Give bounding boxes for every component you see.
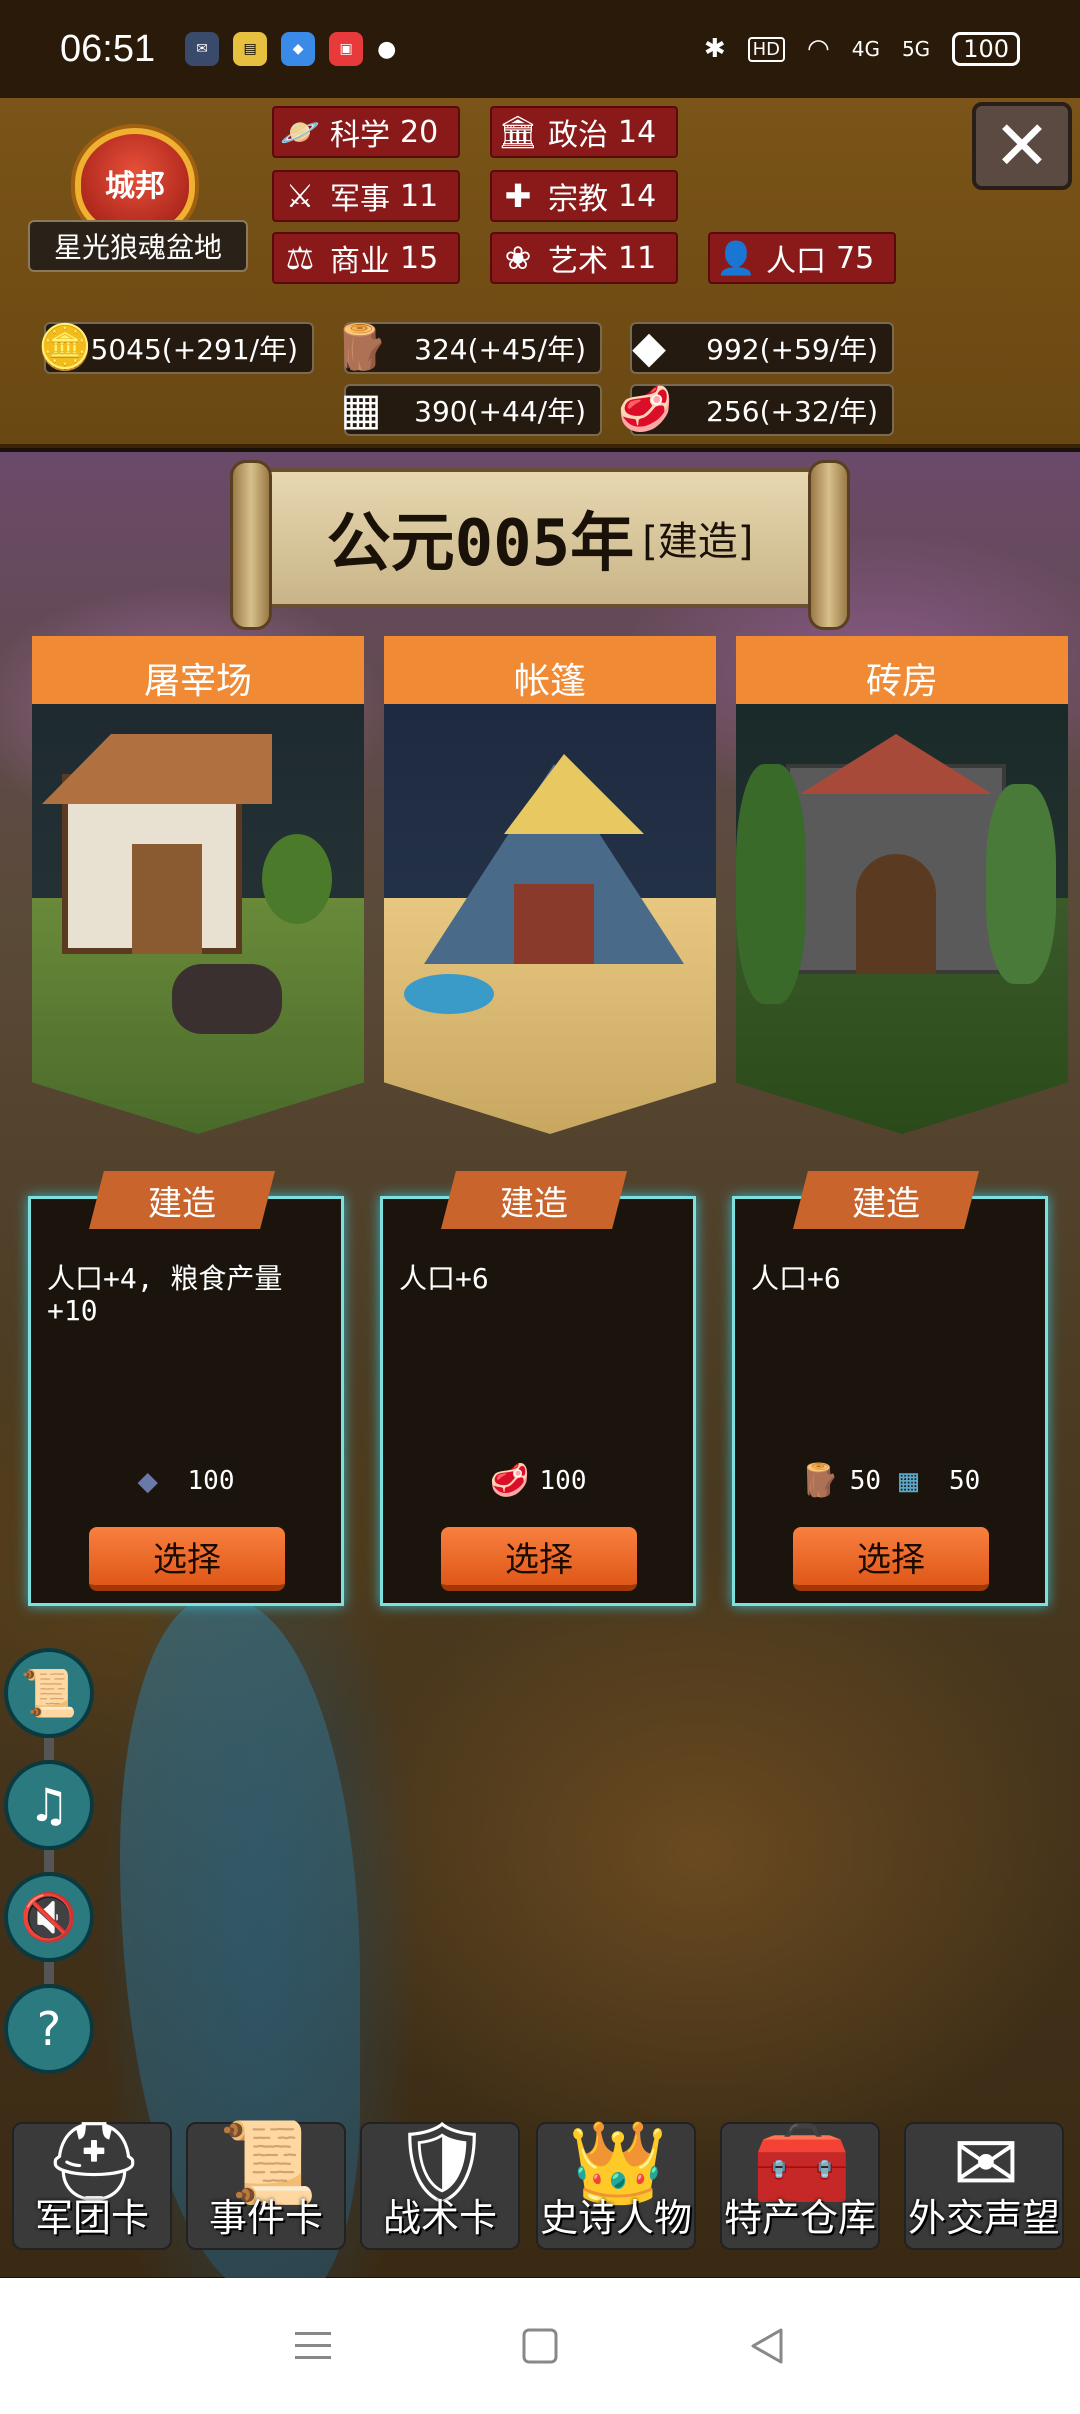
- signal-5g-icon: 5G: [901, 37, 931, 61]
- meat-icon: 🥩: [617, 384, 673, 435]
- notification-icons: ✉ ▤ ◆ ▣ ●: [185, 32, 396, 66]
- phase-label: [建造]: [642, 519, 754, 565]
- help-icon: ?: [36, 2002, 62, 2056]
- back-icon: [751, 2328, 783, 2364]
- tab-tactic-cards[interactable]: 🛡 战术卡: [360, 2116, 520, 2250]
- stat-religion[interactable]: ✚ 宗教 14: [490, 170, 678, 222]
- planet-icon: 🪐: [280, 113, 320, 151]
- slaughterhouse-image: [32, 704, 364, 1134]
- build-tag: 建造: [441, 1171, 627, 1229]
- menu-nav-button[interactable]: [288, 2324, 338, 2368]
- cost-amount: 100: [539, 1466, 587, 1496]
- menu-icon: [295, 2332, 332, 2359]
- ore-icon: ◆: [632, 321, 666, 373]
- wood-logs-icon: 🪵: [799, 1461, 840, 1499]
- tab-event-cards[interactable]: 📜 事件卡: [186, 2116, 346, 2250]
- cross-icon: ✚: [504, 177, 532, 215]
- cost-row: 🥩 100: [383, 1461, 693, 1501]
- system-icons: ✱ HD ◠ 4G 5G 100: [704, 32, 1020, 66]
- chain-decoration: [44, 1962, 54, 1984]
- battery-icon: 100: [952, 32, 1020, 66]
- capitol-icon: 🏛: [497, 113, 539, 151]
- status-bar: 06:51 ✉ ▤ ◆ ▣ ● ✱ HD ◠ 4G 5G 100: [0, 0, 1080, 98]
- signal-4g-icon: 4G: [851, 37, 880, 61]
- home-nav-button[interactable]: [515, 2324, 565, 2368]
- cost-amount: 50: [949, 1466, 981, 1496]
- cost-item: 🪵 50: [800, 1461, 881, 1501]
- cost-amount: 50: [849, 1466, 881, 1496]
- year-banner: 公元005年 [建造]: [230, 460, 850, 630]
- city-name: 星光狼魂盆地: [28, 220, 248, 272]
- card-effect: 人口+6: [751, 1262, 841, 1295]
- tech-device-icon: ▦: [340, 383, 382, 435]
- bottom-tab-bar: ⛑ 军团卡 📜 事件卡 🛡 战术卡 👑 史诗人物 🧰 特产仓库 ✉ 外交声望: [0, 2100, 1080, 2280]
- wood-logs-icon: 🪵: [333, 322, 389, 373]
- scale-icon: ⚖: [285, 239, 315, 277]
- select-button[interactable]: 选择: [793, 1527, 989, 1591]
- cost-item: 🥩 100: [490, 1461, 587, 1501]
- tent-image: [384, 704, 716, 1134]
- cost-item: ▦ 50: [899, 1461, 980, 1501]
- bluetooth-icon: ✱: [703, 34, 726, 64]
- lotus-icon: ❀: [504, 239, 532, 277]
- building-card-slaughterhouse[interactable]: 屠宰场 建造 人口+4, 粮食产量+10 ◆ 100 选择: [28, 636, 364, 1606]
- cloud-app-icon: ◆: [281, 32, 316, 66]
- cost-row: ◆ 100: [31, 1461, 341, 1501]
- stat-art[interactable]: ❀ 艺术 11: [490, 232, 678, 284]
- help-button[interactable]: ?: [4, 1984, 94, 2074]
- tab-epic-characters[interactable]: 👑 史诗人物: [536, 2116, 696, 2250]
- cost-row: 🪵 50 ▦ 50: [735, 1461, 1045, 1501]
- card-effect: 人口+4, 粮食产量+10: [47, 1262, 283, 1327]
- stat-commerce[interactable]: ⚖ 商业 15: [272, 232, 460, 284]
- tab-specialty-warehouse[interactable]: 🧰 特产仓库: [720, 2116, 880, 2250]
- build-tag: 建造: [89, 1171, 275, 1229]
- building-card-brick-house[interactable]: 砖房 建造 人口+6 🪵 50 ▦ 50 选择: [732, 636, 1068, 1606]
- cost-amount: 100: [187, 1466, 235, 1496]
- system-navigation-bar: [0, 2278, 1080, 2414]
- brick-house-image: [736, 704, 1068, 1134]
- select-button[interactable]: 选择: [89, 1527, 285, 1591]
- card-info-panel: 建造 人口+6 🪵 50 ▦ 50 选择: [732, 1171, 1048, 1606]
- tab-legion-cards[interactable]: ⛑ 军团卡: [12, 2116, 172, 2250]
- card-info-panel: 建造 人口+6 🥩 100 选择: [380, 1171, 696, 1606]
- status-time: 06:51: [60, 27, 156, 70]
- cost-item: ◆ 100: [138, 1461, 235, 1501]
- stat-military[interactable]: ⚔ 军事 11: [272, 170, 460, 222]
- close-button[interactable]: ✕: [972, 102, 1072, 190]
- message-app-icon: ✉: [185, 32, 220, 66]
- stat-population[interactable]: 👤 人口 75: [708, 232, 896, 284]
- home-icon: [522, 2328, 558, 2364]
- hd-icon: HD: [747, 36, 786, 62]
- music-toggle-button[interactable]: ♫: [4, 1760, 94, 1850]
- log-icon: 📜: [20, 1665, 78, 1720]
- card-info-panel: 建造 人口+4, 粮食产量+10 ◆ 100 选择: [28, 1171, 344, 1606]
- stats-header: 城邦 星光狼魂盆地 🪐 科学 20 🏛 政治 14 ⚔ 军事 11 ✚ 宗教 1…: [0, 98, 1080, 448]
- stat-science[interactable]: 🪐 科学 20: [272, 106, 460, 158]
- card-effect: 人口+6: [399, 1262, 489, 1295]
- sound-toggle-button[interactable]: 🔇: [4, 1872, 94, 1962]
- shop-app-icon: ▣: [329, 32, 364, 66]
- news-app-icon: ▤: [233, 32, 268, 66]
- more-notifications-icon: ●: [377, 36, 397, 62]
- building-card-tent[interactable]: 帐篷 建造 人口+6 🥩 100 选择: [380, 636, 716, 1606]
- wifi-icon: ◠: [807, 34, 830, 64]
- ore-icon: ◆: [137, 1461, 158, 1501]
- meat-icon: 🥩: [489, 1461, 530, 1499]
- year-label: 公元005年: [326, 507, 635, 581]
- tab-diplomacy-prestige[interactable]: ✉ 外交声望: [904, 2117, 1064, 2250]
- log-button[interactable]: 📜: [4, 1648, 94, 1738]
- stat-politics[interactable]: 🏛 政治 14: [490, 106, 678, 158]
- tech-device-icon: ▦: [899, 1461, 919, 1499]
- back-nav-button[interactable]: [742, 2324, 792, 2368]
- city-type: 城邦: [105, 169, 165, 204]
- gold-coins-icon: 🪙: [37, 322, 93, 373]
- chain-decoration: [44, 1850, 54, 1872]
- select-button[interactable]: 选择: [441, 1527, 637, 1591]
- sound-off-icon: 🔇: [20, 1889, 78, 1944]
- build-tag: 建造: [793, 1171, 979, 1229]
- chain-decoration: [44, 1738, 54, 1760]
- crossed-swords-icon: ⚔: [285, 177, 315, 215]
- music-off-icon: ♫: [28, 1778, 70, 1832]
- person-icon: 👤: [716, 239, 756, 277]
